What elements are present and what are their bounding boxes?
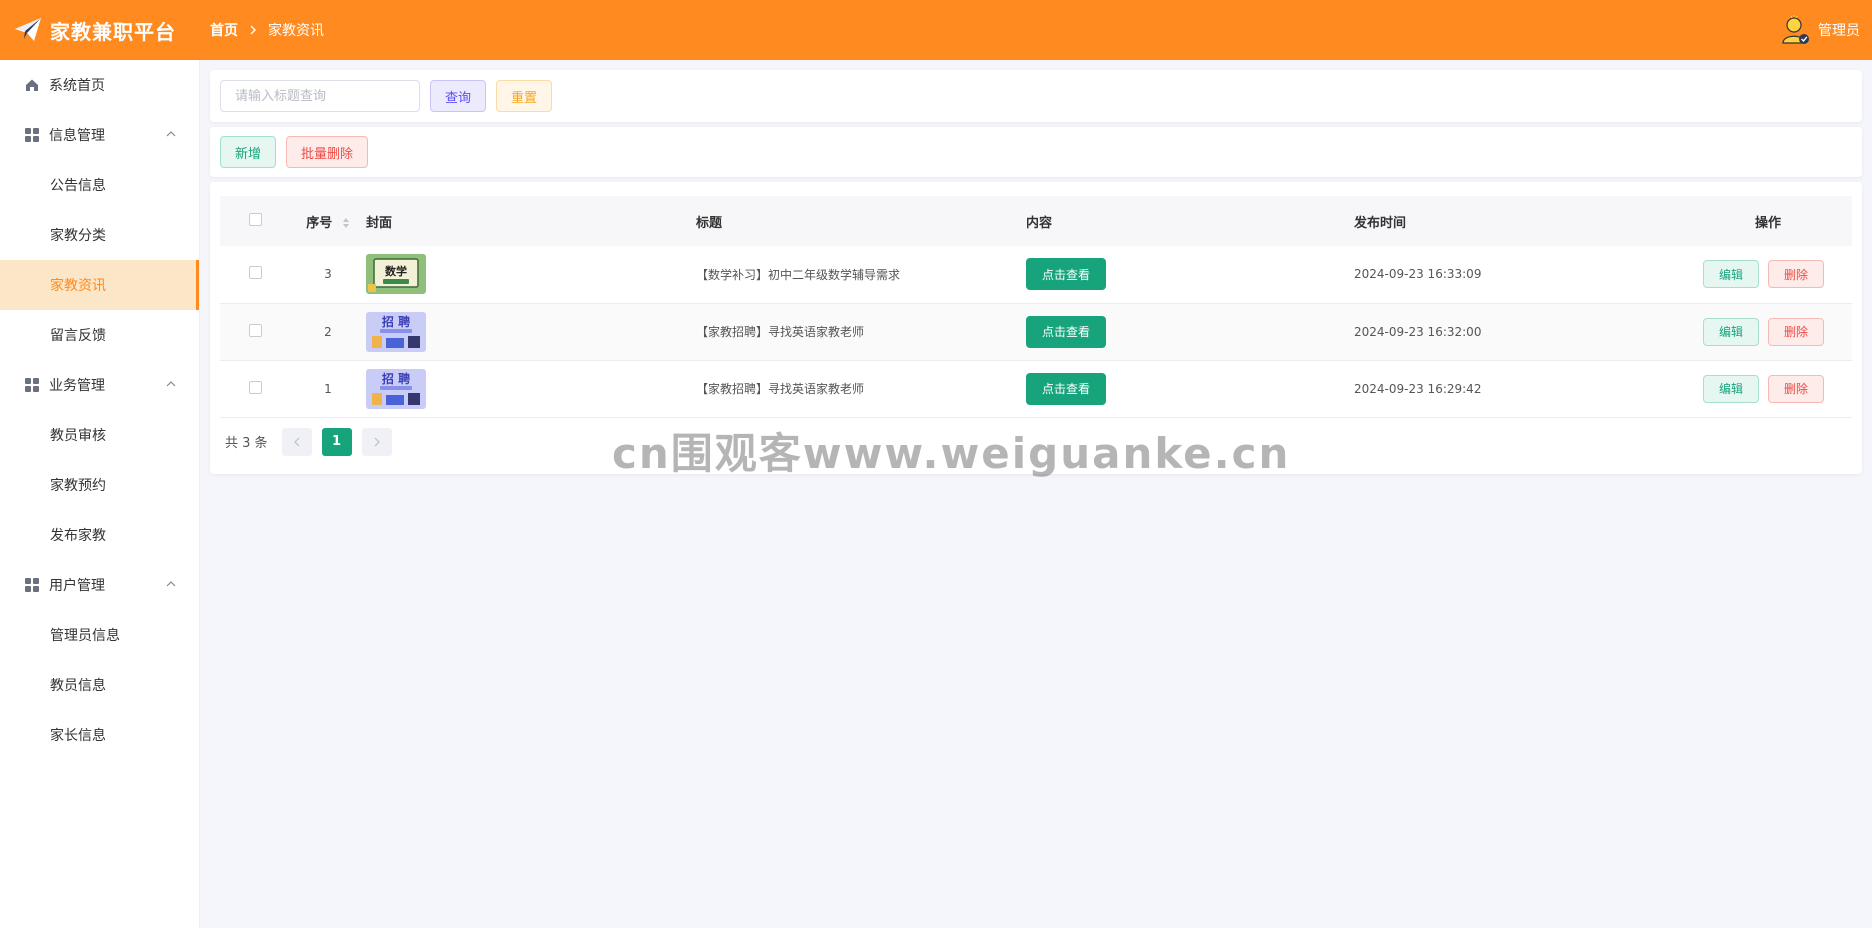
svg-text:招 聘: 招 聘 [382,371,410,386]
sidebar-item-label: 业务管理 [49,378,105,394]
pagination-total: 共 3 条 [225,436,268,451]
header-time: 发布时间 [1354,215,1407,231]
user-menu[interactable]: 管理员 [1780,0,1860,60]
breadcrumb-home[interactable]: 首页 [210,20,238,40]
page-number-button[interactable]: 1 [321,427,352,456]
chevron-right-icon [248,25,258,35]
row-checkbox[interactable] [248,266,262,280]
grid-icon [24,127,40,143]
sidebar-item-tutor-category[interactable]: 家教分类 [0,210,199,260]
sidebar-item-teacher-info[interactable]: 教员信息 [0,660,199,710]
search-bar: 查询 重置 [210,70,1862,122]
sidebar-item-label: 系统首页 [49,78,105,94]
batch-delete-button[interactable]: 批量删除 [286,136,369,168]
query-button[interactable]: 查询 [430,80,487,112]
brand-title: 家教兼职平台 [50,19,176,44]
sidebar-item-feedback[interactable]: 留言反馈 [0,310,199,360]
user-avatar-icon [1780,14,1812,46]
delete-button[interactable]: 删除 [1768,260,1824,289]
sidebar-item-admin-info[interactable]: 管理员信息 [0,610,199,660]
row-title: 【家教招聘】寻找英语家教老师 [696,360,1026,418]
row-title: 【数学补习】初中二年级数学辅导需求 [696,246,1026,304]
chevron-right-icon [374,437,380,446]
sidebar-item-teacher-review[interactable]: 教员审核 [0,410,199,460]
header-title: 标题 [696,215,723,231]
sidebar-item-business-management[interactable]: 业务管理 [0,360,199,410]
table-row: 1 招 聘 【家教招聘】寻找英语家教老师 点击查看 2024-09-23 16:… [220,360,1852,418]
prev-page-button[interactable] [281,427,312,456]
sidebar-item-publish-tutor[interactable]: 发布家教 [0,510,199,560]
sidebar-item-parent-info[interactable]: 家长信息 [0,710,199,760]
action-bar: 新增 批量删除 [210,127,1862,177]
recruit-cover-image[interactable]: 招 聘 [366,311,426,352]
header-index-label: 序号 [306,215,333,231]
sidebar-item-user-management[interactable]: 用户管理 [0,560,199,610]
sidebar-group-business: 业务管理 教员审核 家教预约 发布家教 [0,360,199,560]
header-content: 内容 [1026,215,1053,231]
row-time: 2024-09-23 16:29:42 [1354,360,1684,418]
breadcrumb-current: 家教资讯 [268,23,324,39]
next-page-button[interactable] [361,427,392,456]
sidebar-item-label: 用户管理 [49,578,105,594]
sidebar-item-tutor-booking[interactable]: 家教预约 [0,460,199,510]
view-content-button[interactable]: 点击查看 [1026,258,1106,291]
grid-icon [24,377,40,393]
sidebar-item-notice[interactable]: 公告信息 [0,160,199,210]
sidebar: 系统首页 信息管理 公告信息 家教分类 家教资讯 留言反馈 业务管理 教员审核 [0,60,200,928]
breadcrumb: 首页 家教资讯 [210,20,324,40]
table-row: 3 数学 【数学补习】初中二年级数学辅导需求 点击查看 2024-09-23 1… [220,246,1852,304]
view-content-button[interactable]: 点击查看 [1026,372,1106,405]
delete-button[interactable]: 删除 [1768,317,1824,346]
sidebar-group-info: 信息管理 公告信息 家教分类 家教资讯 留言反馈 [0,110,199,360]
sort-icon[interactable] [342,217,350,229]
row-index: 3 [290,246,366,304]
svg-text:数学: 数学 [385,264,407,278]
row-checkbox[interactable] [248,323,262,337]
home-icon [24,77,40,93]
watermark: cn围观客www.weiguanke.cn [612,429,1291,478]
add-button[interactable]: 新增 [220,136,277,168]
delete-button[interactable]: 删除 [1768,374,1824,403]
search-input[interactable] [220,80,420,112]
brand: 家教兼职平台 [0,14,200,46]
row-time: 2024-09-23 16:33:09 [1354,246,1684,304]
svg-text:招 聘: 招 聘 [382,314,410,329]
header-operation: 操作 [1754,215,1781,231]
table-row: 2 招 聘 【家教招聘】寻找英语家教老师 点击查看 2024-09-23 16:… [220,303,1852,361]
sidebar-item-info-management[interactable]: 信息管理 [0,110,199,160]
table-header-row: 序号 封面 标题 内容 发布时间 操作 [220,196,1852,246]
reset-button[interactable]: 重置 [496,80,553,112]
header-cover: 封面 [366,215,393,231]
paper-plane-icon [12,14,44,46]
chevron-up-icon [165,378,177,390]
edit-button[interactable]: 编辑 [1703,260,1759,289]
row-index: 1 [290,360,366,418]
edit-button[interactable]: 编辑 [1703,317,1759,346]
edit-button[interactable]: 编辑 [1703,374,1759,403]
row-title: 【家教招聘】寻找英语家教老师 [696,303,1026,361]
chevron-up-icon [165,128,177,140]
row-checkbox[interactable] [248,380,262,394]
sidebar-item-tutor-news[interactable]: 家教资讯 [0,260,199,310]
sidebar-item-label: 信息管理 [49,128,105,144]
select-all-checkbox[interactable] [248,212,262,226]
row-time: 2024-09-23 16:32:00 [1354,303,1684,361]
chevron-left-icon [293,437,300,446]
sidebar-item-home[interactable]: 系统首页 [0,60,199,110]
math-cover-image[interactable]: 数学 [366,254,426,295]
chevron-up-icon [165,578,177,590]
sidebar-group-users: 用户管理 管理员信息 教员信息 家长信息 [0,560,199,760]
header-index[interactable]: 序号 [290,196,366,246]
top-header: 家教兼职平台 首页 家教资讯 管理员 [0,0,1872,60]
user-name: 管理员 [1818,23,1860,39]
main-content: 查询 重置 新增 批量删除 序号 封面 标题 内容 发 [210,70,1862,474]
grid-icon [24,577,40,593]
news-table: 序号 封面 标题 内容 发布时间 操作 3 数学 【数学补习】初中二年级数学辅导… [220,196,1852,418]
view-content-button[interactable]: 点击查看 [1026,315,1106,348]
recruit-cover-image[interactable]: 招 聘 [366,368,426,409]
row-index: 2 [290,303,366,361]
